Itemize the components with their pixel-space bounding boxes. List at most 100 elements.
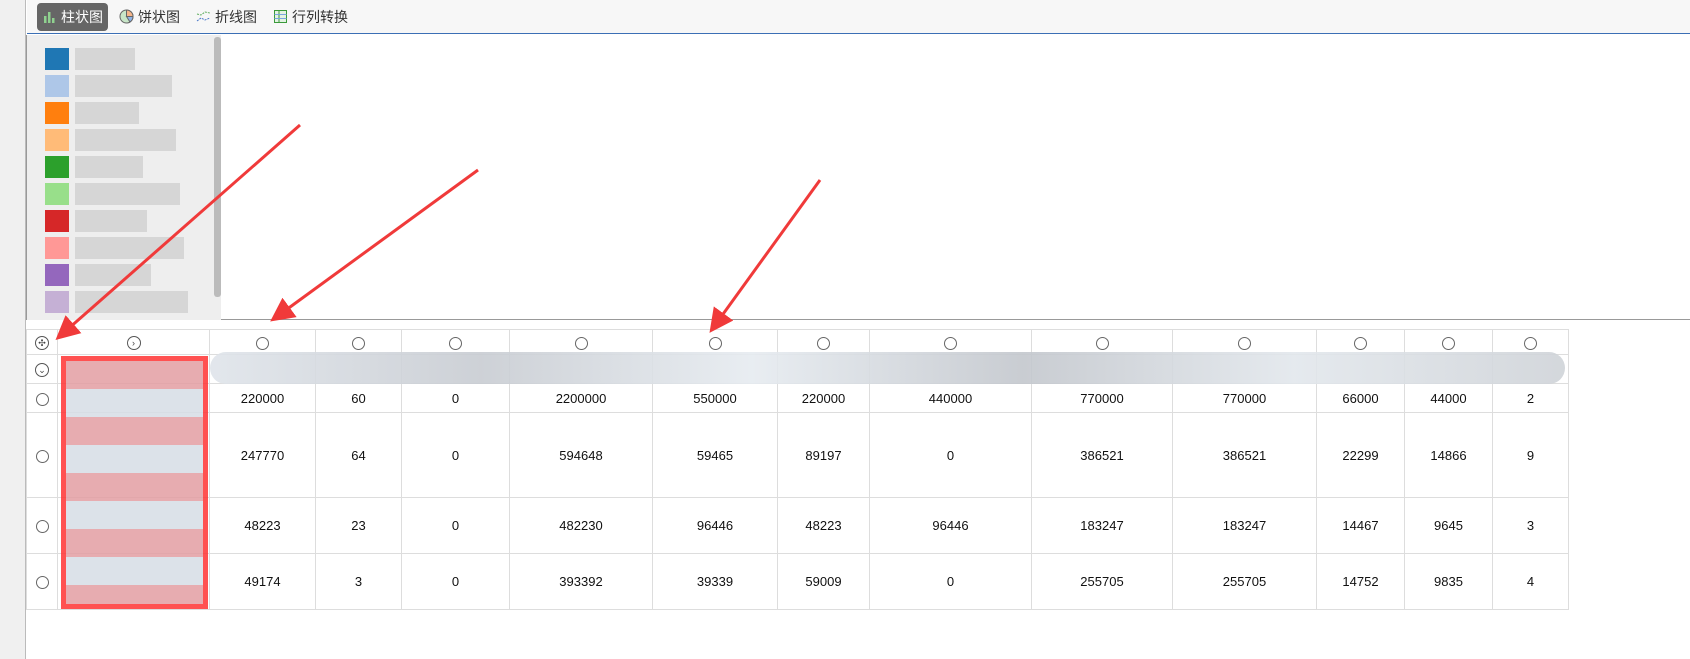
chart-area bbox=[26, 35, 1690, 320]
legend-swatch[interactable] bbox=[45, 237, 69, 259]
column-select-cell[interactable] bbox=[401, 329, 510, 355]
chevron-right-icon[interactable]: › bbox=[126, 336, 141, 351]
legend-swatch[interactable] bbox=[45, 129, 69, 151]
legend-label-redacted bbox=[75, 291, 188, 313]
legend-label-redacted bbox=[75, 264, 151, 286]
legend-swatch[interactable] bbox=[45, 291, 69, 313]
column-select-cell[interactable] bbox=[777, 329, 870, 355]
table-cell: 2200000 bbox=[509, 383, 653, 413]
table-cell: 482230 bbox=[509, 497, 653, 554]
table-cell: 22299 bbox=[1316, 412, 1405, 498]
table-cell: 48223 bbox=[209, 497, 316, 554]
select-radio[interactable] bbox=[352, 336, 365, 350]
legend-label-redacted bbox=[75, 210, 147, 232]
table-cell: 386521 bbox=[1172, 412, 1317, 498]
legend-swatch[interactable] bbox=[45, 48, 69, 70]
select-radio[interactable] bbox=[256, 336, 269, 350]
line-chart-button[interactable]: 折线图 bbox=[191, 3, 262, 31]
table-cell: 255705 bbox=[1031, 553, 1173, 610]
table-cell: 220000 bbox=[209, 383, 316, 413]
transpose-icon bbox=[274, 10, 287, 23]
table-cell: 393392 bbox=[509, 553, 653, 610]
table-row[interactable]: 49174 3 0 393392 39339 59009 0 255705 255705 1475… bbox=[26, 553, 1569, 610]
column-select-cell[interactable] bbox=[1172, 329, 1317, 355]
row-select-cell[interactable] bbox=[26, 553, 58, 610]
legend-swatch[interactable] bbox=[45, 264, 69, 286]
table-cell: 9 bbox=[1492, 412, 1569, 498]
legend-scrollbar[interactable] bbox=[214, 37, 221, 297]
redacted-header-row bbox=[210, 352, 1565, 384]
table-cell: 39339 bbox=[652, 553, 778, 610]
expand-rows-cell[interactable]: ⌄ bbox=[26, 354, 58, 384]
pie-chart-button[interactable]: 饼状图 bbox=[114, 3, 185, 31]
column-select-cell[interactable] bbox=[652, 329, 778, 355]
chart-legend bbox=[27, 35, 221, 320]
table-cell: 0 bbox=[869, 553, 1032, 610]
legend-label-redacted bbox=[75, 48, 135, 70]
table-cell: 0 bbox=[401, 553, 510, 610]
table-cell: 14752 bbox=[1316, 553, 1405, 610]
column-select-cell[interactable] bbox=[315, 329, 402, 355]
corner-cell[interactable]: ✣ bbox=[26, 329, 58, 355]
select-radio[interactable] bbox=[35, 449, 49, 463]
legend-label-redacted bbox=[75, 75, 172, 97]
table-cell: 9835 bbox=[1404, 553, 1493, 610]
table-cell: 64 bbox=[315, 412, 402, 498]
row-select-cell[interactable] bbox=[26, 383, 58, 413]
select-radio[interactable] bbox=[35, 576, 49, 590]
chevron-down-icon[interactable]: ⌄ bbox=[35, 363, 49, 378]
select-radio[interactable] bbox=[944, 336, 957, 350]
table-row[interactable]: 247770 64 0 594648 59465 89197 0 386521 386521 22… bbox=[26, 412, 1569, 498]
select-radio[interactable] bbox=[35, 520, 49, 534]
line-chart-icon bbox=[196, 11, 211, 22]
table-cell: 48223 bbox=[777, 497, 870, 554]
bar-chart-button[interactable]: 柱状图 bbox=[37, 2, 108, 31]
select-radio[interactable] bbox=[449, 336, 462, 350]
column-select-cell[interactable] bbox=[869, 329, 1032, 355]
table-cell: 96446 bbox=[869, 497, 1032, 554]
select-radio[interactable] bbox=[817, 336, 830, 350]
table-cell: 247770 bbox=[209, 412, 316, 498]
transpose-button[interactable]: 行列转换 bbox=[268, 3, 353, 31]
transpose-label: 行列转换 bbox=[292, 8, 348, 25]
redacted-row-labels bbox=[61, 356, 208, 609]
legend-swatch[interactable] bbox=[45, 75, 69, 97]
table-cell: 23 bbox=[315, 497, 402, 554]
bar-chart-label: 柱状图 bbox=[61, 8, 103, 25]
table-row[interactable]: 48223 23 0 482230 96446 48223 96446 183247 18324… bbox=[26, 497, 1569, 554]
expand-columns-cell[interactable]: › bbox=[57, 329, 210, 355]
table-cell: 2 bbox=[1492, 383, 1569, 413]
pie-chart-icon bbox=[119, 9, 134, 24]
legend-swatch[interactable] bbox=[45, 102, 69, 124]
select-radio[interactable] bbox=[1238, 336, 1251, 350]
select-radio[interactable] bbox=[1524, 336, 1537, 350]
table-cell: 14866 bbox=[1404, 412, 1493, 498]
select-radio[interactable] bbox=[708, 336, 722, 350]
column-select-cell[interactable] bbox=[1404, 329, 1493, 355]
row-select-cell[interactable] bbox=[26, 412, 58, 498]
select-radio[interactable] bbox=[1354, 336, 1367, 350]
select-radio[interactable] bbox=[1442, 336, 1455, 350]
chart-toolbar: 柱状图 饼状图 折线图 行列转换 bbox=[27, 0, 1690, 34]
legend-swatch[interactable] bbox=[45, 156, 69, 178]
table-cell: 49174 bbox=[209, 553, 316, 610]
select-radio[interactable] bbox=[35, 392, 49, 406]
column-select-cell[interactable] bbox=[209, 329, 316, 355]
row-select-cell[interactable] bbox=[26, 497, 58, 554]
column-select-cell[interactable] bbox=[509, 329, 653, 355]
table-cell: 770000 bbox=[1031, 383, 1173, 413]
table-cell: 14467 bbox=[1316, 497, 1405, 554]
column-select-cell[interactable] bbox=[1492, 329, 1569, 355]
table-cell: 4 bbox=[1492, 553, 1569, 610]
column-select-cell[interactable] bbox=[1031, 329, 1173, 355]
pie-chart-label: 饼状图 bbox=[138, 8, 180, 25]
column-select-cell[interactable] bbox=[1316, 329, 1405, 355]
table-cell: 66000 bbox=[1316, 383, 1405, 413]
select-radio[interactable] bbox=[574, 336, 588, 350]
legend-swatch[interactable] bbox=[45, 210, 69, 232]
table-cell: 44000 bbox=[1404, 383, 1493, 413]
legend-swatch[interactable] bbox=[45, 183, 69, 205]
move-icon[interactable]: ✣ bbox=[35, 336, 49, 351]
table-row[interactable]: 220000 60 0 2200000 550000 220000 440000 770000… bbox=[26, 383, 1569, 413]
select-radio[interactable] bbox=[1095, 336, 1109, 350]
